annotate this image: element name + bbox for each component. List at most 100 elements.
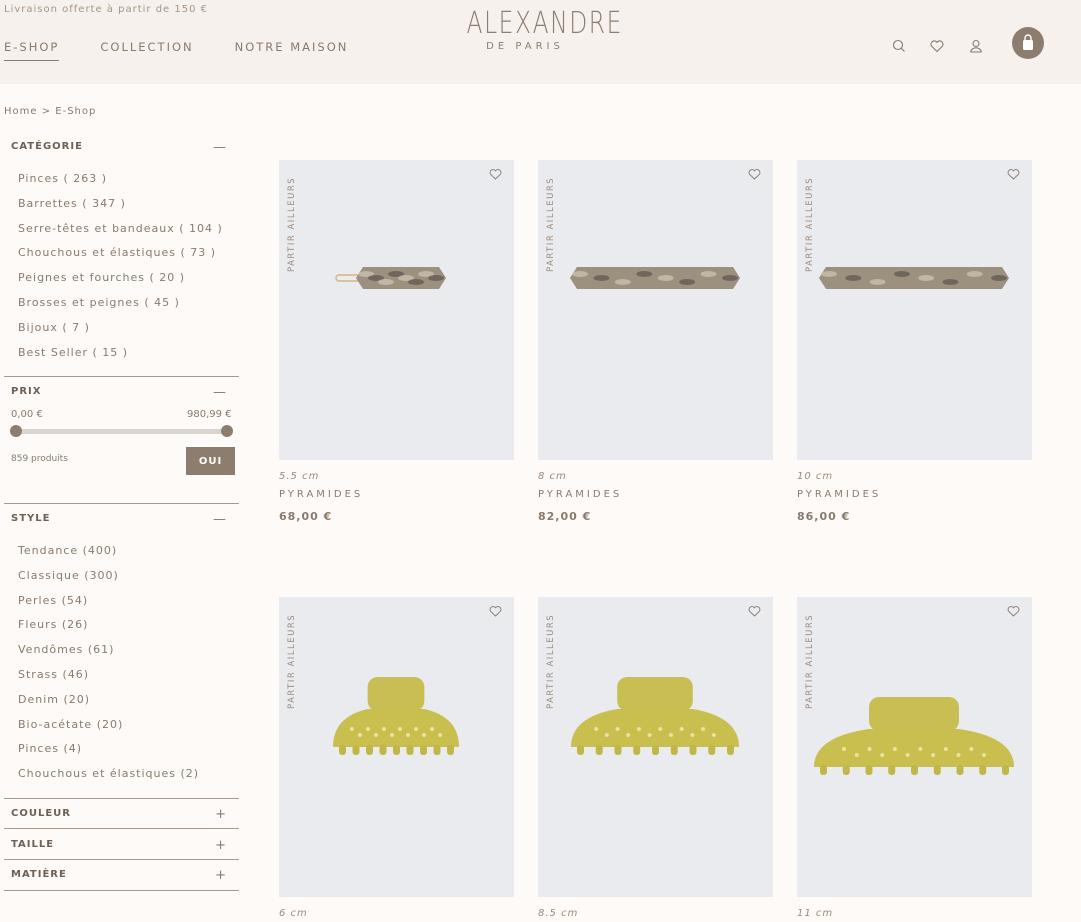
wishlist-heart-icon[interactable]	[489, 605, 502, 617]
brand-logo[interactable]: ALEXANDRE DE PARIS	[450, 6, 623, 52]
breadcrumb[interactable]: Home > E-Shop	[4, 106, 96, 117]
price-max-label: 980,99 €	[187, 409, 232, 420]
product-tag: PARTIR AILLEURS	[287, 176, 297, 272]
product-image[interactable]: PARTIR AILLEURS	[279, 160, 514, 460]
collapse-icon[interactable]: —	[213, 140, 227, 155]
wishlist-heart-icon[interactable]	[1007, 168, 1020, 180]
product-image[interactable]: PARTIR AILLEURS	[538, 160, 773, 460]
style-list: Tendance (400) Classique (300) Perles (5…	[18, 544, 199, 792]
category-item[interactable]: Brosses et peignes ( 45 )	[18, 296, 223, 321]
price-slider-track[interactable]	[15, 429, 228, 434]
product-tag: PARTIR AILLEURS	[287, 613, 297, 709]
style-item[interactable]: Strass (46)	[18, 668, 199, 693]
wishlist-heart-icon[interactable]	[1007, 605, 1020, 617]
filter-price-header[interactable]: PRIX —	[4, 385, 239, 400]
wishlist-heart-icon[interactable]	[489, 168, 502, 180]
divider	[4, 376, 239, 377]
filter-couleur-title: COULEUR	[11, 808, 71, 819]
search-icon[interactable]	[891, 38, 907, 54]
site-header: Livraison offerte à partir de 150 € E-SH…	[0, 0, 1081, 84]
nav-collection[interactable]: COLLECTION	[100, 40, 193, 61]
product-size: 6 cm	[279, 908, 308, 919]
nav-notre-maison[interactable]: NOTRE MAISON	[235, 40, 349, 61]
filter-category-title: CATÉGORIE	[11, 141, 83, 152]
product-tag: PARTIR AILLEURS	[805, 613, 815, 709]
category-item[interactable]: Best Seller ( 15 )	[18, 346, 223, 371]
cart-button[interactable]	[1012, 27, 1044, 59]
product-tag: PARTIR AILLEURS	[546, 613, 556, 709]
divider	[4, 798, 239, 799]
category-item[interactable]: Pinces ( 263 )	[18, 172, 223, 197]
logo-sub: DE PARIS	[486, 41, 564, 52]
filter-price-title: PRIX	[11, 386, 42, 397]
price-slider-max-handle[interactable]	[221, 425, 233, 437]
product-size: 11 cm	[797, 908, 834, 919]
style-item[interactable]: Fleurs (26)	[18, 618, 199, 643]
filter-matiere-header[interactable]: MATIÈRE +	[4, 868, 239, 883]
product-count: 859 produits	[11, 454, 68, 464]
collapse-icon[interactable]: —	[213, 385, 227, 400]
product-size: 10 cm	[797, 471, 834, 482]
product-size: 8.5 cm	[538, 908, 579, 919]
product-tag: PARTIR AILLEURS	[546, 176, 556, 272]
heart-icon[interactable]	[929, 38, 945, 54]
product-price: 82,00 €	[538, 510, 592, 523]
style-item[interactable]: Classique (300)	[18, 569, 199, 594]
user-icon[interactable]	[968, 38, 984, 54]
product-image[interactable]: PARTIR AILLEURS	[279, 597, 514, 897]
product-size: 5.5 cm	[279, 471, 320, 482]
category-item[interactable]: Barrettes ( 347 )	[18, 197, 223, 222]
product-price: 68,00 €	[279, 510, 333, 523]
expand-icon[interactable]: +	[215, 807, 227, 822]
product-name[interactable]: PYRAMIDES	[797, 489, 881, 500]
style-item[interactable]: Vendômes (61)	[18, 643, 199, 668]
product-image[interactable]: PARTIR AILLEURS	[538, 597, 773, 897]
logo-main: ALEXANDRE	[466, 6, 623, 41]
expand-icon[interactable]: +	[215, 868, 227, 883]
product-photo	[335, 267, 446, 289]
divider	[4, 859, 239, 860]
bag-icon	[1023, 34, 1033, 50]
product-image[interactable]: PARTIR AILLEURS	[797, 160, 1032, 460]
product-name[interactable]: PYRAMIDES	[279, 489, 363, 500]
style-item[interactable]: Bio-acétate (20)	[18, 718, 199, 743]
expand-icon[interactable]: +	[215, 838, 227, 853]
product-photo	[333, 677, 459, 755]
product-photo	[570, 267, 740, 289]
filter-style-header[interactable]: STYLE —	[4, 512, 239, 527]
filter-matiere-title: MATIÈRE	[11, 869, 67, 880]
style-item[interactable]: Pinces (4)	[18, 742, 199, 767]
filter-couleur-header[interactable]: COULEUR +	[4, 807, 239, 822]
style-item[interactable]: Tendance (400)	[18, 544, 199, 569]
product-price: 86,00 €	[797, 510, 851, 523]
product-size: 8 cm	[538, 471, 567, 482]
filter-taille-header[interactable]: TAILLE +	[4, 838, 239, 853]
divider	[4, 503, 239, 504]
price-slider-min-handle[interactable]	[10, 425, 22, 437]
divider	[4, 828, 239, 829]
wishlist-heart-icon[interactable]	[748, 168, 761, 180]
product-name[interactable]: PYRAMIDES	[538, 489, 622, 500]
category-item[interactable]: Chouchous et élastiques ( 73 )	[18, 246, 223, 271]
category-item[interactable]: Serre-têtes et bandeaux ( 104 )	[18, 222, 223, 247]
filter-style-title: STYLE	[11, 513, 51, 524]
nav-eshop[interactable]: E-SHOP	[4, 40, 60, 61]
product-photo	[819, 267, 1009, 289]
style-item[interactable]: Chouchous et élastiques (2)	[18, 767, 199, 792]
product-tag: PARTIR AILLEURS	[805, 176, 815, 272]
wishlist-heart-icon[interactable]	[748, 605, 761, 617]
product-photo	[814, 697, 1014, 775]
collapse-icon[interactable]: —	[213, 512, 227, 527]
filter-taille-title: TAILLE	[11, 839, 55, 850]
style-item[interactable]: Denim (20)	[18, 693, 199, 718]
category-item[interactable]: Peignes et fourches ( 20 )	[18, 271, 223, 296]
promo-banner: Livraison offerte à partir de 150 €	[4, 4, 208, 15]
main-nav: E-SHOP COLLECTION NOTRE MAISON	[4, 40, 389, 61]
price-min-label: 0,00 €	[11, 409, 43, 420]
product-image[interactable]: PARTIR AILLEURS	[797, 597, 1032, 897]
apply-price-button[interactable]: OUI	[186, 447, 235, 475]
filter-category-header[interactable]: CATÉGORIE —	[4, 140, 239, 155]
product-photo	[571, 677, 739, 755]
category-item[interactable]: Bijoux ( 7 )	[18, 321, 223, 346]
style-item[interactable]: Perles (54)	[18, 594, 199, 619]
